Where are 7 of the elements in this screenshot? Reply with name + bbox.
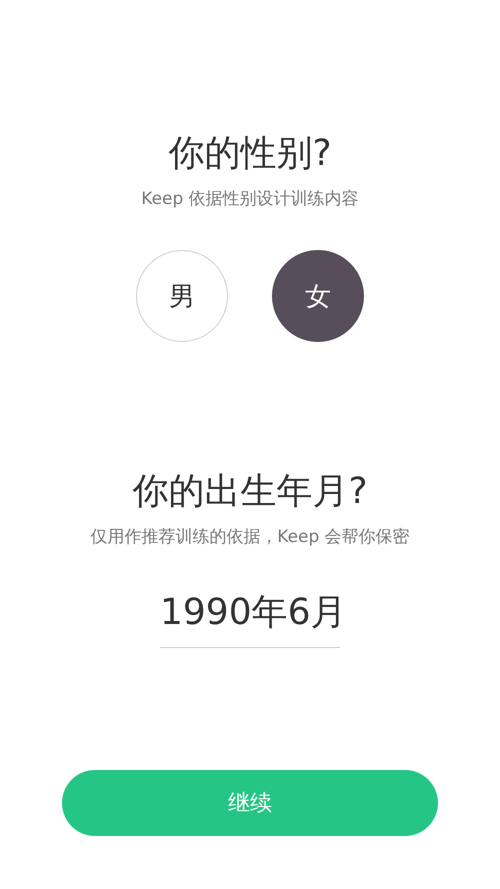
- birth-date-field[interactable]: 1990年6月: [160, 588, 340, 648]
- gender-option[interactable]: 女: [272, 250, 364, 342]
- gender-title: 你的性别?: [168, 132, 332, 176]
- birth-subtitle: 仅用作推荐训练的依据，Keep 会帮你保密: [90, 526, 410, 548]
- gender-option[interactable]: 男: [136, 250, 228, 342]
- gender-subtitle: Keep 依据性别设计训练内容: [141, 188, 359, 210]
- birth-title: 你的出生年月?: [132, 470, 368, 514]
